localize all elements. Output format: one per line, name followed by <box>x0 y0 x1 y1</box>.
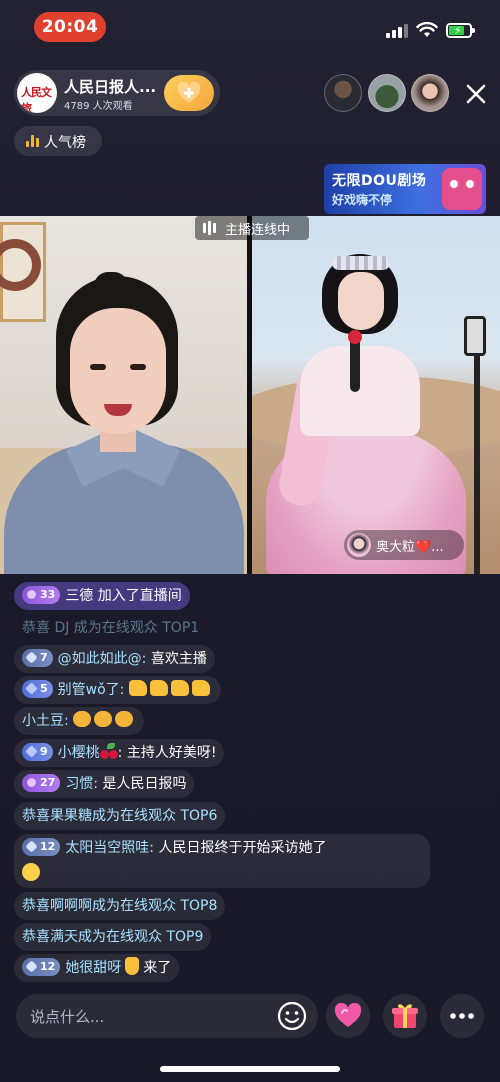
chat-user-name[interactable]: 别管wǒ了: <box>58 682 125 698</box>
guest-avatar <box>347 533 371 557</box>
chat-message-system: 恭喜满天成为在线观众 TOP9 <box>14 923 212 951</box>
host-avatar[interactable]: 人民文旅 <box>17 73 57 113</box>
cellular-signal-icon <box>386 24 408 38</box>
chat-text: 恭喜 DJ 成为在线观众 TOP1 <box>22 620 200 636</box>
chat-message-system: 恭喜果果糖成为在线观众 TOP6 <box>14 802 226 830</box>
chat-text: 恭喜啊啊啊成为在线观众 TOP8 <box>22 898 218 914</box>
live-video-area[interactable] <box>0 216 500 574</box>
chat-text: 恭喜果果糖成为在线观众 TOP6 <box>22 808 218 824</box>
status-bar: 20:04 ⚡ <box>0 0 500 56</box>
promo-banner[interactable]: 无限DOU剧场 好戏嗨不停 <box>324 164 486 214</box>
comment-input[interactable]: 说点什么... <box>16 994 318 1038</box>
chat-user-name[interactable]: 三德 <box>65 588 93 604</box>
user-level-badge: 5 <box>22 680 53 698</box>
chat-message-join: 33 三德 加入了直播间 <box>14 582 190 610</box>
chat-message: 9 小樱桃 : 主持人好美呀! <box>14 739 225 767</box>
follow-button[interactable] <box>164 75 214 111</box>
chat-user-name[interactable]: 习惯: <box>65 776 98 792</box>
promo-title: 无限DOU剧场 <box>332 173 427 189</box>
close-icon[interactable] <box>462 80 490 108</box>
wall-decoration <box>0 222 46 322</box>
chat-text: 喜欢主播 <box>150 651 207 667</box>
co-host-status: 主播连线中 <box>195 216 309 240</box>
chat-text: 是人民日报吗 <box>102 776 187 792</box>
comment-placeholder: 说点什么... <box>30 1008 105 1026</box>
guest-video[interactable] <box>252 216 500 574</box>
status-time: 20:04 <box>34 12 106 42</box>
viewer-count: 4789 人次观看 <box>64 101 133 112</box>
chat-message: 小土豆: <box>14 707 145 735</box>
chat-list[interactable]: 33 三德 加入了直播间 恭喜 DJ 成为在线观众 TOP1 7 @如此如此@: 喜… <box>0 582 500 982</box>
chat-user-name[interactable]: 她很甜呀 <box>65 960 121 976</box>
chat-user-name[interactable]: 太阳当空照哇: <box>65 840 154 856</box>
chat-user-name[interactable]: 小土豆: <box>22 713 69 729</box>
guest-name-tag[interactable]: 奥大粒❤️... <box>344 530 464 560</box>
user-level-badge: 12 <box>22 958 61 976</box>
chat-message: 7 @如此如此@: 喜欢主播 <box>14 645 215 673</box>
chat-message-system: 恭喜 DJ 成为在线观众 TOP1 <box>14 614 207 642</box>
chat-text: 加入了直播间 <box>97 588 182 604</box>
chat-text: 来了 <box>143 960 172 976</box>
wifi-icon <box>416 21 438 37</box>
chat-message: 12 太阳当空照哇: 人民日报终于开始采访她了 <box>14 834 430 888</box>
clap-icon <box>73 711 92 727</box>
guest-name: 奥大粒❤️... <box>376 540 444 555</box>
heart-icon <box>334 1002 362 1027</box>
gift-icon <box>392 1004 418 1028</box>
point-down-icon <box>125 957 140 975</box>
thumbs-up-icon <box>191 680 210 696</box>
more-dots-icon <box>450 1013 474 1019</box>
chat-message: 5 别管wǒ了: <box>14 676 221 704</box>
shy-face-icon <box>22 863 40 881</box>
host-name: 人民日报人... <box>64 78 157 96</box>
audio-wave-icon <box>203 221 219 235</box>
emoji-icon[interactable] <box>276 1000 308 1032</box>
gift-button[interactable] <box>383 994 427 1038</box>
cherry-icon <box>99 743 118 759</box>
chat-text: 恭喜满天成为在线观众 TOP9 <box>22 929 204 945</box>
chat-message-system: 恭喜啊啊啊成为在线观众 TOP8 <box>14 892 226 920</box>
home-indicator[interactable] <box>160 1066 340 1072</box>
thumbs-up-icon <box>170 680 189 696</box>
clap-icon <box>94 711 113 727</box>
chat-user-name[interactable]: @如此如此@: <box>58 651 147 667</box>
heart-plus-icon <box>177 82 201 103</box>
user-level-badge: 12 <box>22 838 61 856</box>
chat-message: 12 她很甜呀 来了 <box>14 954 180 982</box>
chat-user-name[interactable]: 小樱桃 <box>58 745 100 761</box>
like-button[interactable] <box>326 994 370 1038</box>
co-host-label: 主播连线中 <box>225 223 291 238</box>
clap-icon <box>115 711 134 727</box>
user-level-badge: 7 <box>22 649 53 667</box>
top-viewer-avatar[interactable] <box>368 74 406 112</box>
top-viewer-avatar[interactable] <box>324 74 362 112</box>
top-viewer-avatar[interactable] <box>411 74 449 112</box>
rank-label: 人气榜 <box>44 135 86 151</box>
thumbs-up-icon <box>149 680 168 696</box>
promo-subtitle: 好戏嗨不停 <box>332 193 393 207</box>
thumbs-up-icon <box>128 680 147 696</box>
chat-text: : 主持人好美呀! <box>117 745 217 761</box>
battery-charging-icon: ⚡ <box>446 23 475 38</box>
user-level-badge: 33 <box>22 586 61 604</box>
popularity-rank-button[interactable]: 人气榜 <box>14 126 102 156</box>
chat-text: 人民日报终于开始采访她了 <box>158 840 327 856</box>
host-logo: 人民文旅 <box>21 86 52 113</box>
mascot-icon <box>442 168 482 210</box>
live-room-screen: 20:04 ⚡ 人民文旅 人民日报人... 4789 人次观看 人气榜 无限DO… <box>0 0 500 1082</box>
bar-chart-icon <box>26 135 40 147</box>
host-video[interactable] <box>0 216 247 574</box>
user-level-badge: 27 <box>22 774 61 792</box>
more-button[interactable] <box>440 994 484 1038</box>
user-level-badge: 9 <box>22 743 53 761</box>
chat-message: 27 习惯: 是人民日报吗 <box>14 770 195 798</box>
